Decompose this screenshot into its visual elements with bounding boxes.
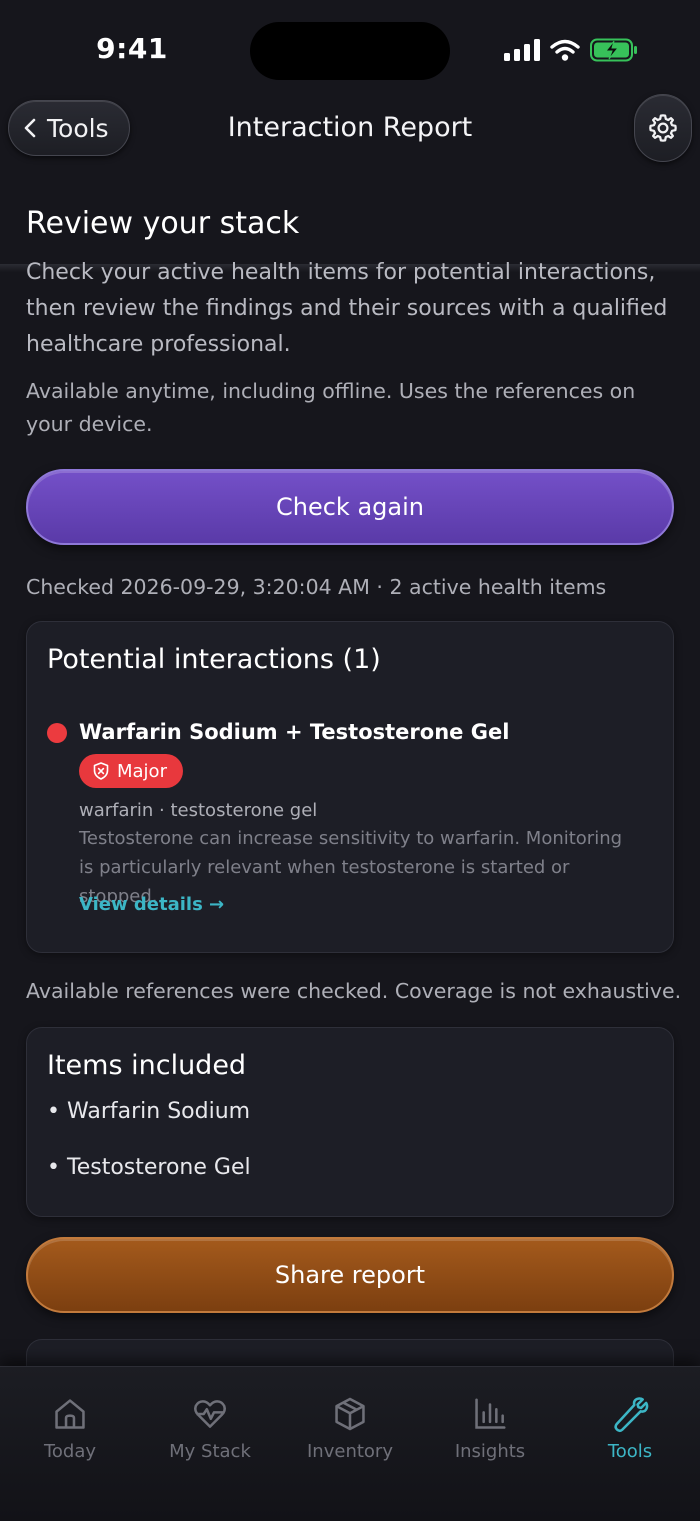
bullet: • (47, 1155, 60, 1180)
interactions-card: Potential interactions (1) Warfarin Sodi… (26, 621, 674, 953)
status-time: 9:41 (96, 32, 168, 65)
navigation-bar: Tools Interaction Report (0, 92, 700, 272)
interaction-name: Warfarin Sodium + Testosterone Gel (79, 720, 510, 744)
gear-icon (649, 114, 677, 142)
box-icon (335, 1397, 365, 1431)
view-details-link[interactable]: View details → (79, 894, 224, 915)
settings-button[interactable] (634, 94, 692, 162)
dynamic-island (250, 22, 450, 80)
shield-x-icon (93, 762, 109, 780)
heart-pulse-icon (194, 1400, 226, 1428)
checked-meta: Checked 2026-09-29, 3:20:04 AM · 2 activ… (26, 575, 607, 599)
tab-my-stack[interactable]: My Stack (140, 1395, 280, 1462)
back-button-label: Tools (47, 113, 109, 143)
back-button[interactable]: Tools (8, 100, 130, 156)
tab-bar: Today My Stack Inventory Insights Tools (0, 1366, 700, 1521)
check-again-label: Check again (276, 493, 424, 521)
item-label: Testosterone Gel (67, 1155, 251, 1180)
items-list: • Warfarin Sodium • Testosterone Gel (47, 1099, 653, 1211)
severity-dot (47, 723, 67, 743)
tab-insights[interactable]: Insights (420, 1395, 560, 1462)
tab-inventory[interactable]: Inventory (280, 1395, 420, 1462)
wrench-icon (614, 1397, 649, 1433)
offline-note: Available anytime, including offline. Us… (26, 379, 636, 436)
tab-label: My Stack (169, 1441, 251, 1462)
tab-label: Insights (454, 1441, 526, 1462)
share-report-button[interactable]: Share report (26, 1237, 674, 1313)
severity-badge: Major (79, 754, 183, 788)
check-again-button[interactable]: Check again (26, 469, 674, 545)
chevron-left-icon (24, 118, 36, 138)
share-report-label: Share report (274, 1261, 426, 1289)
battery-charging-icon (590, 38, 637, 62)
items-included-title: Items included (47, 1050, 247, 1081)
intro-text: Check your active health items for poten… (26, 260, 668, 357)
items-included-card: Items included • Warfarin Sodium • Testost… (26, 1027, 674, 1217)
item-label: Warfarin Sodium (67, 1099, 251, 1124)
bar-chart-icon (475, 1398, 506, 1429)
tab-label: Today (43, 1441, 97, 1462)
status-bar: 9:41 (0, 0, 700, 90)
list-item: • Testosterone Gel (47, 1155, 653, 1211)
home-icon (55, 1399, 85, 1429)
status-icons (504, 38, 638, 62)
list-item: • Warfarin Sodium (47, 1099, 653, 1155)
page-title: Interaction Report (227, 112, 473, 143)
wifi-icon (550, 39, 580, 61)
signal-icon (504, 39, 540, 61)
tab-label: Inventory (307, 1441, 393, 1462)
interactions-title: Potential interactions (1) (47, 644, 381, 675)
severity-label: Major (117, 760, 167, 782)
interaction-ingredients: warfarin · testosterone gel (79, 800, 318, 821)
bullet: • (47, 1099, 60, 1124)
main-content: Review your stack Check your active heal… (26, 206, 682, 1379)
coverage-note: Available references were checked. Cover… (26, 979, 682, 1003)
section-title: Review your stack (26, 206, 300, 241)
tab-today[interactable]: Today (0, 1395, 140, 1462)
tab-tools[interactable]: Tools (560, 1395, 700, 1462)
tab-label: Tools (607, 1441, 653, 1462)
